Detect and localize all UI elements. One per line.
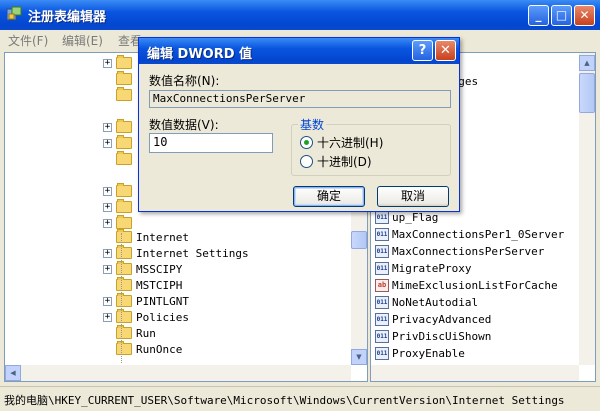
scroll-left-arrow-icon[interactable]: ◀ [5, 365, 21, 381]
values-vertical-scrollbar[interactable]: ▲ [579, 53, 595, 365]
folder-icon [116, 325, 132, 339]
expand-icon[interactable]: + [103, 248, 112, 258]
folder-icon [116, 341, 132, 355]
dialog-close-button[interactable]: ✕ [435, 40, 456, 61]
menu-file[interactable]: 文件(F) [8, 32, 48, 49]
decimal-radio-label: 十进制(D) [317, 155, 372, 169]
hex-radio[interactable]: 十六进制(H) [300, 134, 383, 151]
tree-item[interactable]: + [103, 119, 136, 135]
registry-editor-icon [6, 6, 22, 21]
folder-icon [116, 135, 132, 149]
tree-item-runonce[interactable]: RunOnce [103, 341, 182, 357]
tree-item[interactable]: + [103, 55, 136, 71]
value-name-label: 数值名称(N): [149, 74, 220, 88]
tree-item[interactable]: + [103, 183, 136, 199]
value-name-field: MaxConnectionsPerServer [149, 90, 451, 108]
radio-checked-icon[interactable] [300, 136, 313, 149]
tree-horizontal-scrollbar[interactable]: ◀ [5, 365, 351, 381]
scroll-down-arrow-icon[interactable]: ▼ [351, 349, 367, 365]
status-bar: 我的电脑\HKEY_CURRENT_USER\Software\Microsof… [0, 386, 600, 411]
folder-icon [116, 215, 132, 229]
dialog-title-bar[interactable]: 编辑 DWORD 值 ? ✕ [139, 38, 459, 64]
list-item[interactable]: 011 PrivacyAdvanced [375, 311, 491, 328]
list-item[interactable]: 011 ProxyEnable [375, 345, 465, 362]
folder-icon [116, 229, 132, 243]
tree-connector [121, 233, 123, 363]
dword-value-icon: 011 [375, 245, 389, 258]
scroll-up-arrow-icon[interactable]: ▲ [579, 55, 595, 71]
base-groupbox: 基数 十六进制(H) 十进制(D) [291, 116, 451, 176]
minimize-button[interactable]: _ [528, 5, 549, 26]
folder-icon [116, 151, 132, 165]
folder-icon [116, 119, 132, 133]
expand-icon[interactable]: + [103, 312, 112, 322]
expand-icon[interactable]: + [103, 202, 112, 212]
tree-item[interactable] [103, 151, 136, 167]
dword-value-icon: 011 [375, 313, 389, 326]
expand-icon[interactable]: + [103, 218, 112, 228]
tree-scroll-thumb[interactable] [351, 231, 367, 249]
tree-item[interactable] [103, 87, 136, 103]
main-title-bar[interactable]: 注册表编辑器 _ □ ✕ [0, 0, 600, 30]
expand-icon[interactable]: + [103, 138, 112, 148]
open-folder-icon [116, 245, 132, 259]
list-item[interactable]: ab MimeExclusionListForCache [375, 277, 558, 294]
tree-item-internet[interactable]: Internet [103, 229, 189, 245]
values-scroll-thumb[interactable] [579, 73, 595, 113]
tree-item-mstciph[interactable]: MSTCIPH [103, 277, 182, 293]
folder-icon [116, 199, 132, 213]
folder-icon [116, 293, 132, 307]
dword-value-icon: 011 [375, 330, 389, 343]
base-label: 基数 [298, 116, 327, 133]
tree-item[interactable]: + [103, 199, 136, 215]
folder-icon [116, 87, 132, 101]
tree-item-pintlgnt[interactable]: + PINTLGNT [103, 293, 189, 309]
tree-item-internet-settings[interactable]: + Internet Settings [103, 245, 249, 261]
folder-icon [116, 277, 132, 291]
list-item[interactable]: 011 MaxConnectionsPer1_0Server [375, 226, 564, 243]
dword-value-icon: 011 [375, 228, 389, 241]
folder-icon [116, 261, 132, 275]
close-button[interactable]: ✕ [574, 5, 595, 26]
value-data-input[interactable]: 10 [149, 133, 273, 153]
list-item[interactable]: 011 NoNetAutodial [375, 294, 478, 311]
edit-dword-dialog[interactable]: 编辑 DWORD 值 ? ✕ 数值名称(N): MaxConnectionsPe… [138, 37, 460, 212]
tree-item[interactable]: + [103, 135, 136, 151]
tree-item[interactable] [103, 71, 136, 87]
dword-value-icon: 011 [375, 296, 389, 309]
tree-item-msscipy[interactable]: + MSSCIPY [103, 261, 182, 277]
tree-item-policies[interactable]: + Policies [103, 309, 189, 325]
tree-item-run[interactable]: Run [103, 325, 156, 341]
list-item-maxconnectionsperserver[interactable]: 011 MaxConnectionsPerServer [375, 243, 544, 260]
ok-button[interactable]: 确定 [293, 186, 365, 207]
values-horizontal-scrollbar[interactable] [371, 365, 579, 381]
decimal-radio[interactable]: 十进制(D) [300, 153, 372, 170]
string-value-icon: ab [375, 279, 389, 292]
expand-icon[interactable]: + [103, 58, 112, 68]
menu-edit[interactable]: 编辑(E) [62, 32, 103, 49]
dword-value-icon: 011 [375, 211, 389, 224]
help-button[interactable]: ? [412, 40, 433, 61]
dialog-title: 编辑 DWORD 值 [147, 47, 253, 62]
expand-icon[interactable]: + [103, 296, 112, 306]
dword-value-icon: 011 [375, 262, 389, 275]
folder-icon [116, 309, 132, 323]
hex-radio-label: 十六进制(H) [317, 136, 384, 150]
list-item[interactable]: 011 MigrateProxy [375, 260, 471, 277]
window-title: 注册表编辑器 [28, 10, 107, 25]
radio-unchecked-icon[interactable] [300, 155, 313, 168]
expand-icon[interactable]: + [103, 186, 112, 196]
expand-icon[interactable]: + [103, 264, 112, 274]
dword-value-icon: 011 [375, 347, 389, 360]
folder-icon [116, 71, 132, 85]
folder-icon [116, 55, 132, 69]
cancel-button[interactable]: 取消 [377, 186, 449, 207]
value-data-label: 数值数据(V): [149, 118, 219, 132]
status-path: 我的电脑\HKEY_CURRENT_USER\Software\Microsof… [4, 394, 565, 407]
list-item[interactable]: 011 PrivDiscUiShown [375, 328, 491, 345]
expand-icon[interactable]: + [103, 122, 112, 132]
folder-icon [116, 183, 132, 197]
maximize-button[interactable]: □ [551, 5, 572, 26]
